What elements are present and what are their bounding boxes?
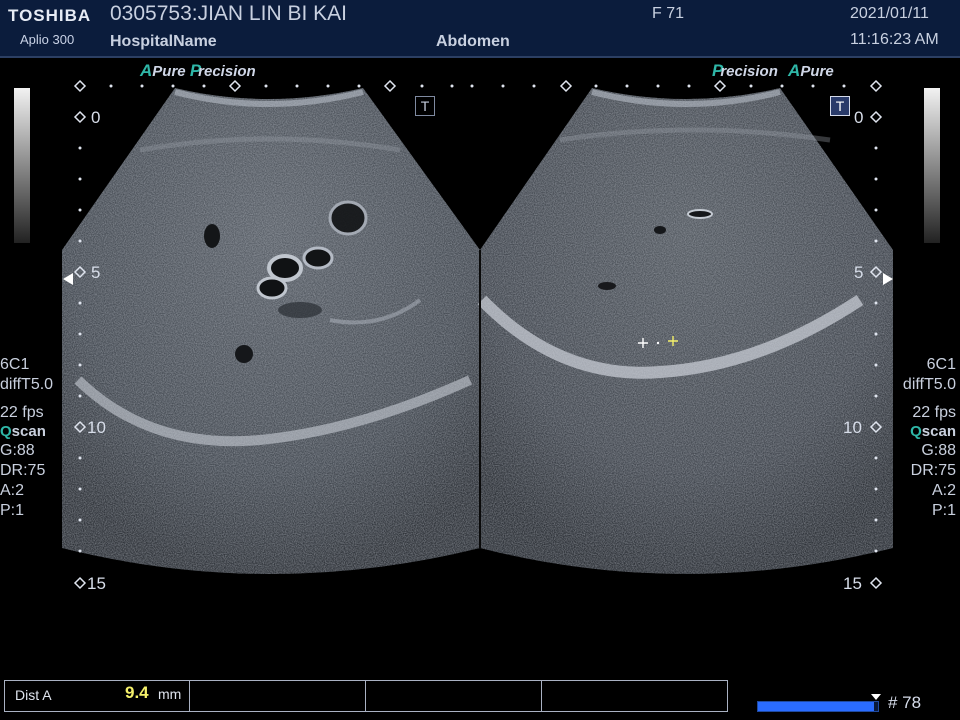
depth-label-5-right: 5 bbox=[854, 263, 864, 282]
gain-label: G:88 bbox=[921, 442, 956, 459]
depth-label-5-left: 5 bbox=[91, 263, 101, 282]
ultrasound-dual-view bbox=[62, 79, 893, 590]
cine-progress-bar[interactable] bbox=[757, 701, 879, 712]
left-params-panel: 6C1 diffT5.0 22 fps Qscan G:88 DR:75 A:2… bbox=[0, 355, 53, 521]
qscan-label: Qscan bbox=[0, 423, 46, 440]
a-label: A:2 bbox=[0, 482, 25, 499]
qscan-label: Qscan bbox=[910, 423, 956, 440]
measurement-result-panel: Dist A 9.4 mm bbox=[4, 680, 728, 712]
right-sector-image bbox=[477, 88, 893, 574]
right-params-panel: 6C1 diffT5.0 22 fps Qscan G:88 DR:75 A:2… bbox=[903, 355, 956, 521]
dynamic-range-label: DR:75 bbox=[0, 462, 46, 479]
p-label: P:1 bbox=[0, 502, 25, 519]
cine-marker-icon bbox=[871, 694, 881, 700]
measurement-unit: mm bbox=[158, 686, 182, 702]
grayscale-bar-right bbox=[924, 88, 940, 243]
grayscale-bar-left bbox=[14, 88, 30, 243]
result-cell-divider bbox=[541, 681, 542, 711]
result-cell-divider bbox=[365, 681, 366, 711]
measurement-value: 9.4 bbox=[125, 683, 149, 702]
depth-label-0-left: 0 bbox=[91, 108, 101, 127]
cine-progress-fill bbox=[758, 702, 875, 711]
mode-label: diffT5.0 bbox=[0, 376, 54, 393]
depth-label-10-left: 10 bbox=[87, 418, 106, 437]
depth-label-15-left: 15 bbox=[87, 574, 106, 593]
mode-label: diffT5.0 bbox=[902, 376, 956, 393]
transducer-label: 6C1 bbox=[926, 356, 956, 373]
depth-label-0-right: 0 bbox=[854, 108, 864, 127]
depth-label-15-right: 15 bbox=[843, 574, 862, 593]
left-sector-image bbox=[62, 88, 480, 574]
depth-label-10-right: 10 bbox=[843, 418, 862, 437]
gain-label: G:88 bbox=[0, 442, 35, 459]
fps-label: 22 fps bbox=[912, 404, 956, 421]
result-cell-divider bbox=[189, 681, 190, 711]
transducer-label: 6C1 bbox=[0, 356, 30, 373]
measurement-label: Dist A bbox=[15, 687, 52, 703]
fps-label: 22 fps bbox=[0, 404, 44, 421]
dynamic-range-label: DR:75 bbox=[910, 462, 956, 479]
frame-number: # 78 bbox=[888, 693, 922, 712]
p-label: P:1 bbox=[931, 502, 956, 519]
trackball-icon-right[interactable]: T bbox=[830, 96, 850, 116]
trackball-icon-left[interactable]: T bbox=[415, 96, 435, 116]
a-label: A:2 bbox=[931, 482, 956, 499]
